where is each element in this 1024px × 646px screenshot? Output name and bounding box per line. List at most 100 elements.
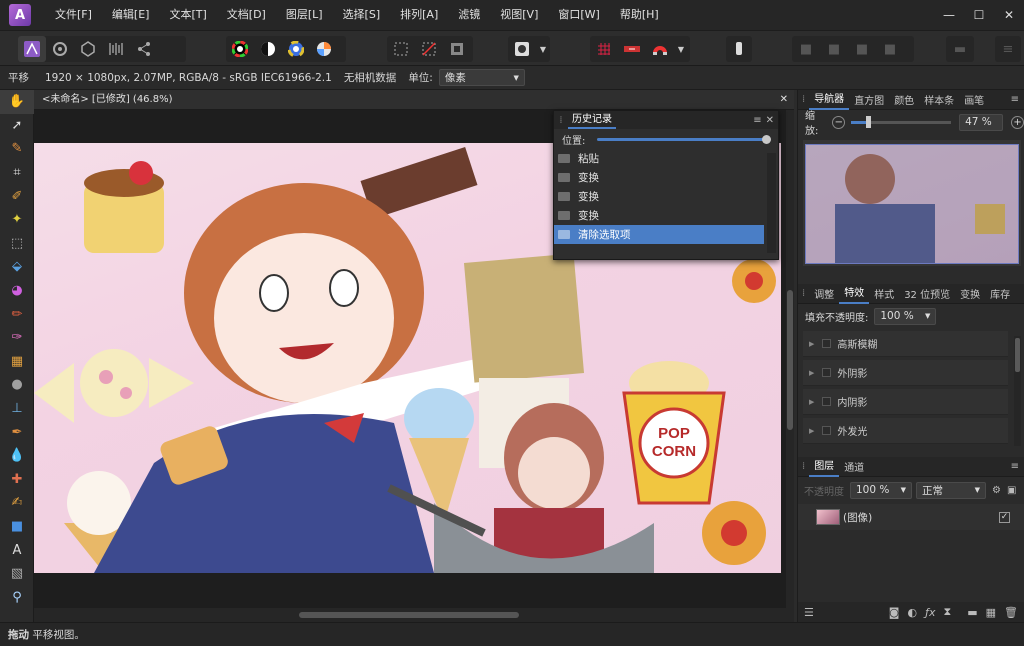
color-picker-tool-icon[interactable]: ✎ bbox=[0, 137, 34, 161]
effect-checkbox[interactable] bbox=[822, 426, 832, 435]
maximize-button[interactable]: ☐ bbox=[964, 0, 994, 30]
align-icon-4[interactable]: ■ bbox=[876, 36, 904, 62]
effects-scroll-thumb[interactable] bbox=[1015, 338, 1020, 372]
tab-32bit-preview[interactable]: 32 位预览 bbox=[899, 286, 955, 301]
effect-row[interactable]: ▶ 高斯模糊 bbox=[803, 331, 1008, 357]
assistant-icon[interactable] bbox=[618, 36, 646, 62]
menu-select[interactable]: 选择[S] bbox=[333, 0, 391, 30]
black-white-icon[interactable] bbox=[254, 36, 282, 62]
undo-brush-tool-icon[interactable]: ✒ bbox=[0, 420, 34, 444]
align-icon-3[interactable]: ■ bbox=[848, 36, 876, 62]
hand-tool-icon[interactable]: ✋ bbox=[0, 90, 34, 114]
healing-tool-icon[interactable]: ✚ bbox=[0, 468, 34, 492]
position-slider[interactable] bbox=[597, 134, 772, 144]
dodge-tool-icon[interactable]: ● bbox=[0, 373, 34, 397]
navigator-view-rect[interactable] bbox=[805, 144, 1019, 264]
menu-text[interactable]: 文本[T] bbox=[159, 0, 216, 30]
deselect-icon[interactable] bbox=[415, 36, 443, 62]
snapping-magnet-icon[interactable] bbox=[646, 36, 674, 62]
history-item[interactable]: 粘贴 bbox=[554, 149, 764, 168]
drag-handle-icon[interactable]: ⁞ bbox=[798, 94, 809, 105]
drag-handle-icon[interactable]: ⁞ bbox=[554, 115, 568, 126]
color-replacement-tool-icon[interactable]: ✑ bbox=[0, 326, 34, 350]
effect-row[interactable]: ▶ 内阴影 bbox=[803, 389, 1008, 415]
live-filter-icon[interactable]: ƒx bbox=[925, 606, 935, 619]
zoom-value-field[interactable]: 47 % bbox=[959, 113, 1004, 131]
text-tool-icon[interactable]: A bbox=[0, 538, 34, 562]
tab-histogram[interactable]: 直方图 bbox=[849, 92, 889, 107]
tab-styles[interactable]: 样式 bbox=[869, 286, 899, 301]
expand-icon[interactable]: ▶ bbox=[809, 340, 814, 348]
hourglass-icon[interactable]: ⧗ bbox=[943, 605, 951, 619]
navigator-preview[interactable] bbox=[803, 140, 1021, 266]
history-item[interactable]: 变换 bbox=[554, 187, 764, 206]
invert-selection-icon[interactable] bbox=[443, 36, 471, 62]
tab-layers[interactable]: 图层 bbox=[809, 457, 840, 477]
blend-mode-select[interactable]: 正常 ▼ bbox=[916, 481, 986, 499]
position-slider-handle[interactable] bbox=[762, 134, 772, 144]
add-pixel-layer-icon[interactable]: ▦ bbox=[986, 606, 996, 619]
toolbar-overflow-icon[interactable]: ≡ bbox=[995, 36, 1021, 62]
fill-opacity-field[interactable]: 100 % ▼ bbox=[874, 307, 937, 325]
paint-brush-tool-icon[interactable]: ✏ bbox=[0, 302, 34, 326]
history-item-selected[interactable]: 清除选取项 bbox=[554, 225, 764, 244]
settings-gear-icon[interactable]: ⚙ bbox=[992, 485, 1001, 496]
horizontal-scroll-thumb[interactable] bbox=[299, 612, 519, 618]
tab-transform[interactable]: 变换 bbox=[955, 286, 985, 301]
zoom-tool-icon[interactable]: ⚲ bbox=[0, 585, 34, 609]
close-history-icon[interactable]: ✕ bbox=[766, 115, 774, 126]
mask-layer-icon[interactable]: ◙ bbox=[889, 606, 900, 619]
white-balance-icon[interactable] bbox=[310, 36, 338, 62]
expand-icon[interactable]: ▶ bbox=[809, 369, 814, 377]
liquify-persona-icon[interactable] bbox=[46, 36, 74, 62]
panel-menu-icon[interactable]: ≡ bbox=[1006, 94, 1024, 105]
close-window-button[interactable]: ✕ bbox=[994, 0, 1024, 30]
effect-checkbox[interactable] bbox=[822, 368, 832, 377]
effects-scrollbar[interactable] bbox=[1014, 336, 1021, 446]
align-icon-2[interactable]: ■ bbox=[820, 36, 848, 62]
menu-view[interactable]: 视图[V] bbox=[490, 0, 548, 30]
history-item[interactable]: 变换 bbox=[554, 206, 764, 225]
history-scrollbar[interactable] bbox=[767, 153, 776, 253]
export-persona-icon[interactable] bbox=[130, 36, 158, 62]
effect-checkbox[interactable] bbox=[822, 339, 832, 348]
minimize-button[interactable]: — bbox=[934, 0, 964, 30]
vertical-scrollbar[interactable] bbox=[786, 110, 794, 608]
marquee-select-icon[interactable] bbox=[387, 36, 415, 62]
develop-persona-icon[interactable] bbox=[74, 36, 102, 62]
effect-checkbox[interactable] bbox=[822, 397, 832, 406]
pen-tool-icon[interactable]: ✍ bbox=[0, 491, 34, 515]
move-tool-icon[interactable]: ➚ bbox=[0, 114, 34, 138]
flood-fill-tool-icon[interactable]: ⬙ bbox=[0, 255, 34, 279]
tab-effects[interactable]: 特效 bbox=[839, 284, 870, 304]
lock-icon[interactable]: ▣ bbox=[1007, 485, 1016, 496]
layer-visibility-checkbox[interactable]: ✓ bbox=[999, 511, 1010, 523]
snapping-dropdown-icon[interactable]: ▼ bbox=[674, 36, 688, 62]
vertical-scroll-thumb[interactable] bbox=[787, 290, 793, 430]
blur-tool-icon[interactable]: 💧 bbox=[0, 444, 34, 468]
mesh-warp-tool-icon[interactable]: ▧ bbox=[0, 562, 34, 586]
tab-color[interactable]: 颜色 bbox=[889, 92, 919, 107]
tone-mapping-persona-icon[interactable] bbox=[102, 36, 130, 62]
clone-tool-icon[interactable]: ⊥ bbox=[0, 397, 34, 421]
photo-persona-icon[interactable] bbox=[18, 36, 46, 62]
menu-file[interactable]: 文件[F] bbox=[45, 0, 102, 30]
menu-layer[interactable]: 图层[L] bbox=[276, 0, 333, 30]
gradient-tool-icon[interactable]: ◕ bbox=[0, 279, 34, 303]
drag-handle-icon[interactable]: ⁞ bbox=[798, 461, 809, 472]
tab-stock[interactable]: 库存 bbox=[985, 286, 1015, 301]
zoom-out-icon[interactable]: − bbox=[832, 115, 846, 129]
expand-icon[interactable]: ▶ bbox=[809, 398, 814, 406]
effect-row[interactable]: ▶ 外发光 bbox=[803, 418, 1008, 444]
tab-brushes[interactable]: 画笔 bbox=[959, 92, 989, 107]
close-document-icon[interactable]: ✕ bbox=[780, 90, 788, 110]
delete-layer-icon[interactable]: 🗑 bbox=[1004, 606, 1018, 619]
layer-opacity-field[interactable]: 100 % ▼ bbox=[850, 481, 912, 499]
layer-row[interactable]: (图像) ✓ bbox=[798, 504, 1024, 530]
rectangle-tool-icon[interactable]: ■ bbox=[0, 515, 34, 539]
menu-document[interactable]: 文档[D] bbox=[217, 0, 276, 30]
panel-menu-icon[interactable]: ≡ bbox=[753, 115, 761, 126]
menu-arrange[interactable]: 排列[A] bbox=[390, 0, 448, 30]
drag-handle-icon[interactable]: ⁞ bbox=[798, 288, 809, 299]
panel-menu-icon[interactable]: ≡ bbox=[1006, 461, 1024, 472]
